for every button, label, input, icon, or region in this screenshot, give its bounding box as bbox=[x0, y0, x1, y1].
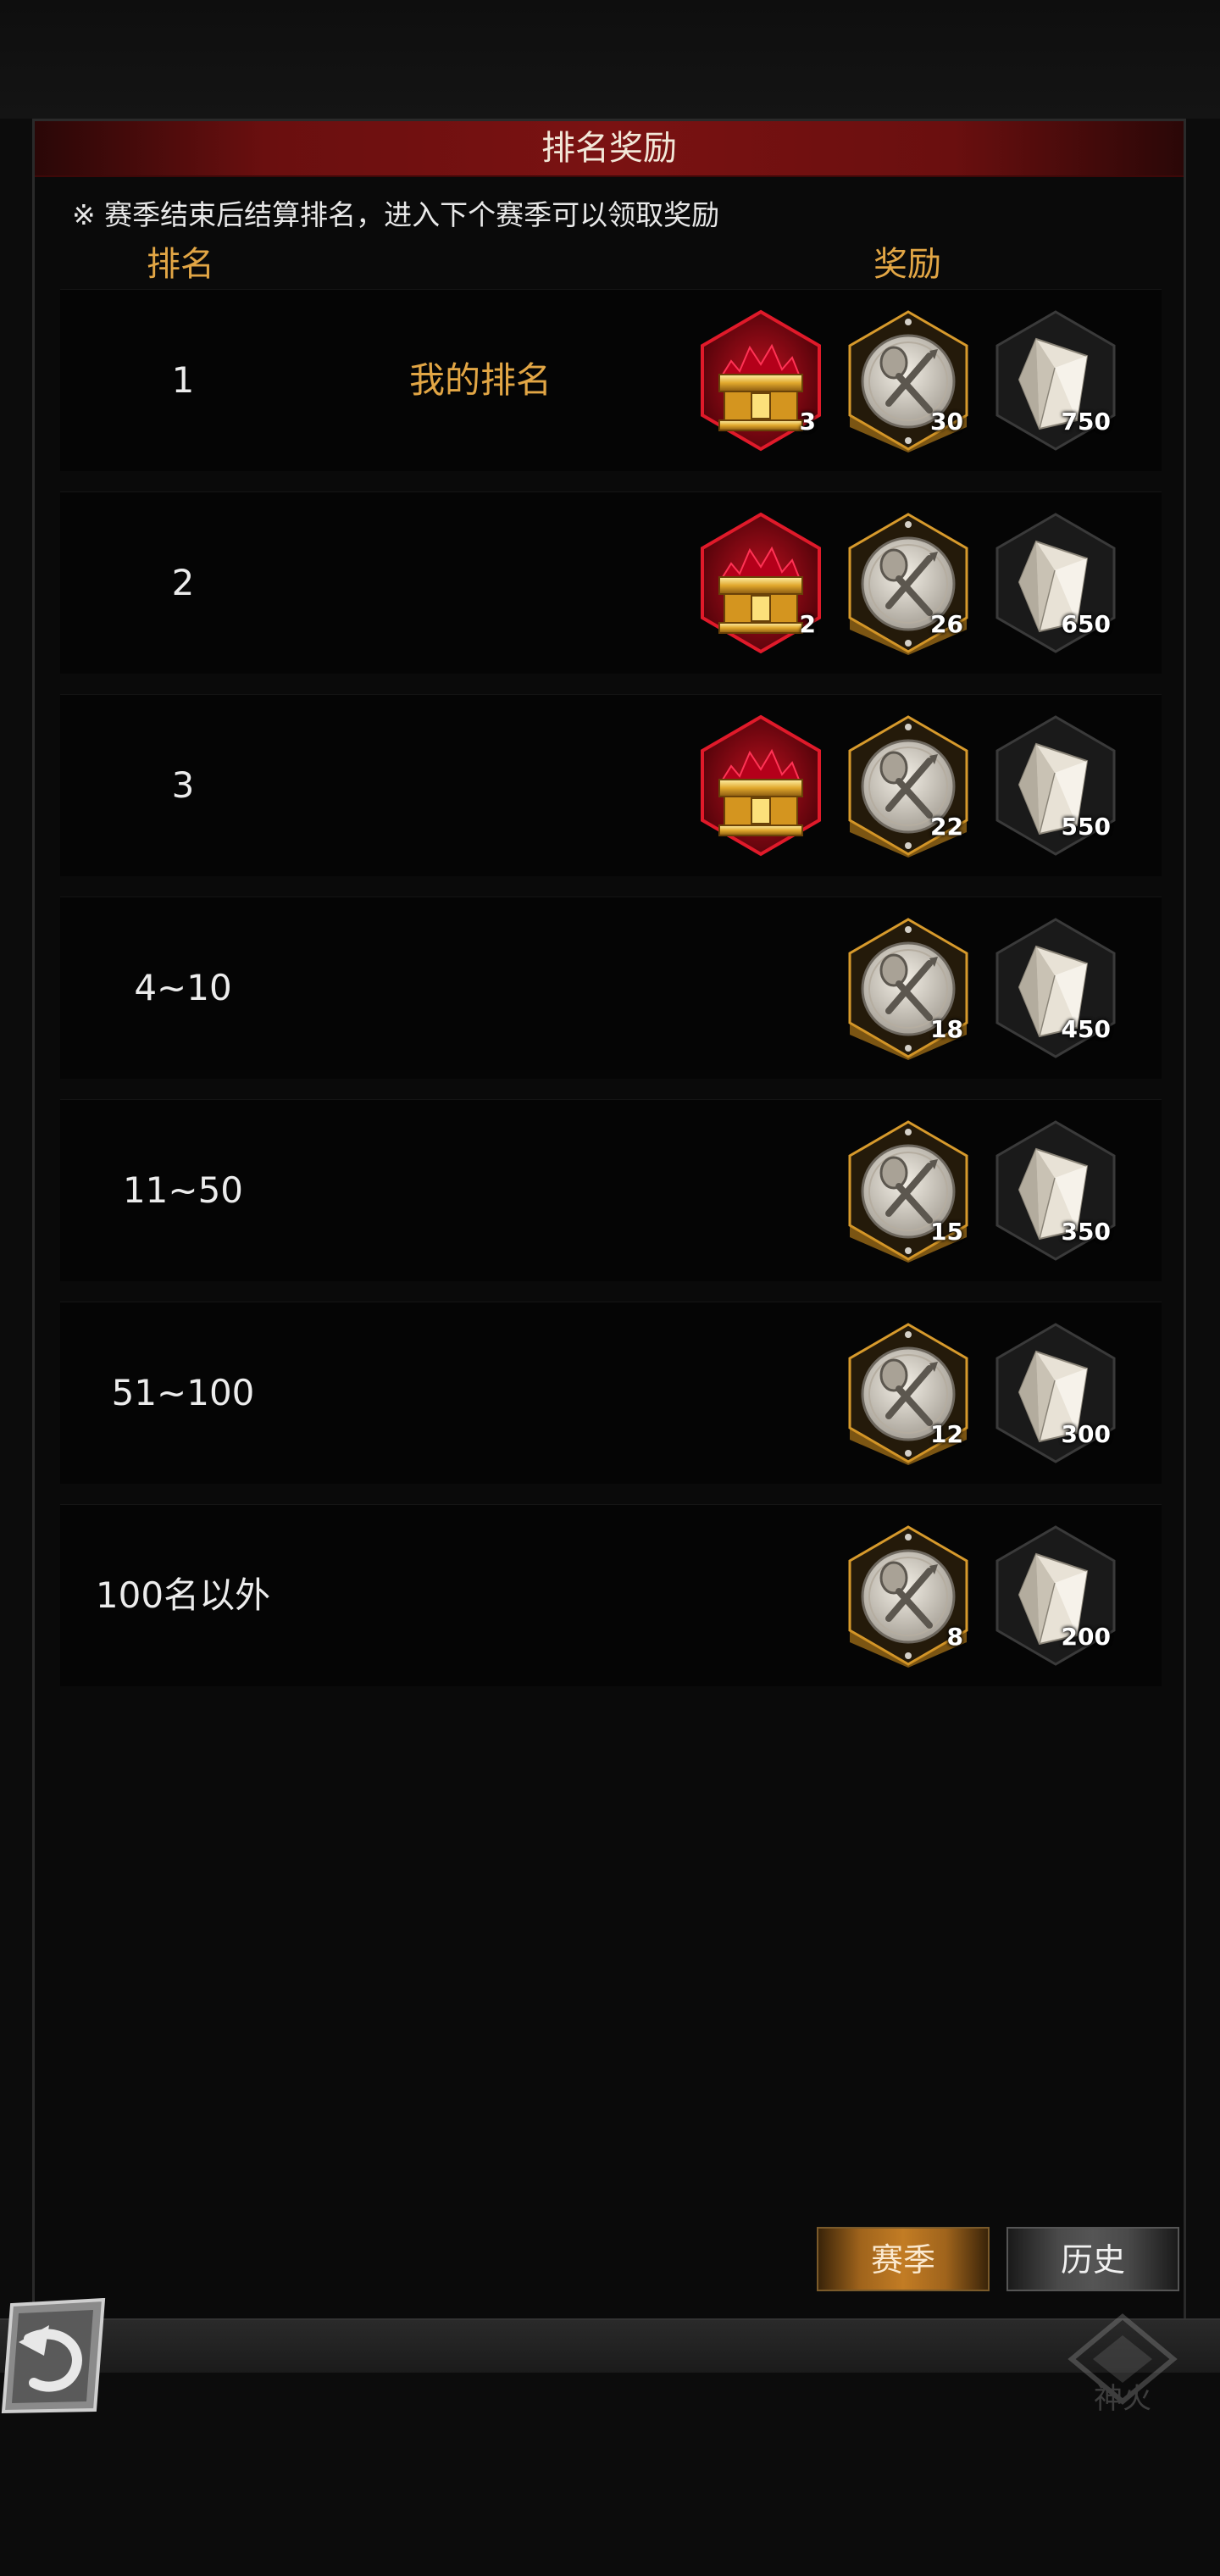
rank-label: 2 bbox=[171, 562, 195, 603]
crystal-icon[interactable]: 200 bbox=[992, 1524, 1119, 1668]
title-bar: 排名奖励 bbox=[35, 121, 1184, 177]
rank-label: 11~50 bbox=[122, 1169, 244, 1211]
red-gold-chest-icon[interactable]: 2 bbox=[697, 511, 824, 655]
chest-count: 2 bbox=[799, 610, 816, 638]
crossed-swords-token-icon[interactable]: 18 bbox=[845, 916, 972, 1060]
crossed-swords-token-icon[interactable]: 22 bbox=[845, 713, 972, 858]
crossed-swords-token-icon[interactable]: 8 bbox=[845, 1524, 972, 1668]
crystal-count: 750 bbox=[1061, 408, 1111, 436]
back-arrow-icon bbox=[1, 2297, 106, 2414]
crystal-icon[interactable]: 350 bbox=[992, 1119, 1119, 1263]
rank-label: 1 bbox=[171, 359, 195, 401]
panel-title: 排名奖励 bbox=[541, 129, 677, 168]
season-notice: ※ 赛季结束后结算排名，进入下个赛季可以领取奖励 bbox=[72, 198, 720, 231]
crystal-icon[interactable]: 300 bbox=[992, 1321, 1119, 1465]
reward-row-3: 3 22 550 bbox=[60, 694, 1162, 876]
token-count: 30 bbox=[930, 408, 963, 436]
reward-row-2: 2 2 26 650 bbox=[60, 491, 1162, 674]
reward-row-7: 100名以外 8 200 bbox=[60, 1504, 1162, 1686]
crystal-count: 550 bbox=[1061, 813, 1111, 841]
crystal-count: 450 bbox=[1061, 1015, 1111, 1043]
crystal-count: 350 bbox=[1061, 1218, 1111, 1246]
rank-label: 4~10 bbox=[134, 967, 232, 1008]
crystal-icon[interactable]: 550 bbox=[992, 713, 1119, 858]
ranking-reward-panel: 排名奖励 ※ 赛季结束后结算排名，进入下个赛季可以领取奖励 排名 奖励 1 我的… bbox=[32, 119, 1186, 2322]
token-count: 15 bbox=[930, 1218, 963, 1246]
reward-row-4: 4~10 18 450 bbox=[60, 897, 1162, 1079]
crossed-swords-token-icon[interactable]: 12 bbox=[845, 1321, 972, 1465]
rank-label: 3 bbox=[171, 764, 195, 806]
token-count: 8 bbox=[946, 1623, 963, 1651]
reward-list: 1 我的排名 3 30 750 2 2 26 650 3 22 550 4~10… bbox=[60, 289, 1162, 1707]
bottom-bar bbox=[0, 2318, 1220, 2373]
top-strip bbox=[0, 0, 1220, 119]
my-rank-label: 我的排名 bbox=[409, 359, 552, 401]
red-gold-chest-icon[interactable]: 3 bbox=[697, 308, 824, 452]
rank-column-header: 排名 bbox=[147, 245, 214, 284]
rank-label: 51~100 bbox=[111, 1372, 255, 1413]
crystal-count: 650 bbox=[1061, 610, 1111, 638]
crossed-swords-token-icon[interactable]: 26 bbox=[845, 511, 972, 655]
crystal-count: 200 bbox=[1061, 1623, 1111, 1651]
red-gold-chest-icon[interactable] bbox=[697, 713, 824, 858]
game-logo: 神火 bbox=[1059, 2310, 1186, 2420]
reward-row-5: 11~50 15 350 bbox=[60, 1099, 1162, 1281]
rank-label: 100名以外 bbox=[95, 1574, 271, 1616]
token-count: 26 bbox=[930, 610, 963, 638]
season-tab-button[interactable]: 赛季 bbox=[817, 2227, 990, 2291]
crossed-swords-token-icon[interactable]: 15 bbox=[845, 1119, 972, 1263]
reward-row-1: 1 我的排名 3 30 750 bbox=[60, 289, 1162, 471]
crossed-swords-token-icon[interactable]: 30 bbox=[845, 308, 972, 452]
crystal-icon[interactable]: 750 bbox=[992, 308, 1119, 452]
crystal-icon[interactable]: 650 bbox=[992, 511, 1119, 655]
reward-row-6: 51~100 12 300 bbox=[60, 1302, 1162, 1484]
token-count: 22 bbox=[930, 813, 963, 841]
reward-column-header: 奖励 bbox=[873, 245, 941, 284]
logo-text: 神火 bbox=[1094, 2382, 1151, 2416]
crystal-icon[interactable]: 450 bbox=[992, 916, 1119, 1060]
token-count: 12 bbox=[930, 1420, 963, 1448]
back-button[interactable] bbox=[0, 2297, 108, 2415]
token-count: 18 bbox=[930, 1015, 963, 1043]
history-tab-button[interactable]: 历史 bbox=[1006, 2227, 1179, 2291]
crystal-count: 300 bbox=[1061, 1420, 1111, 1448]
chest-count: 3 bbox=[799, 408, 816, 436]
